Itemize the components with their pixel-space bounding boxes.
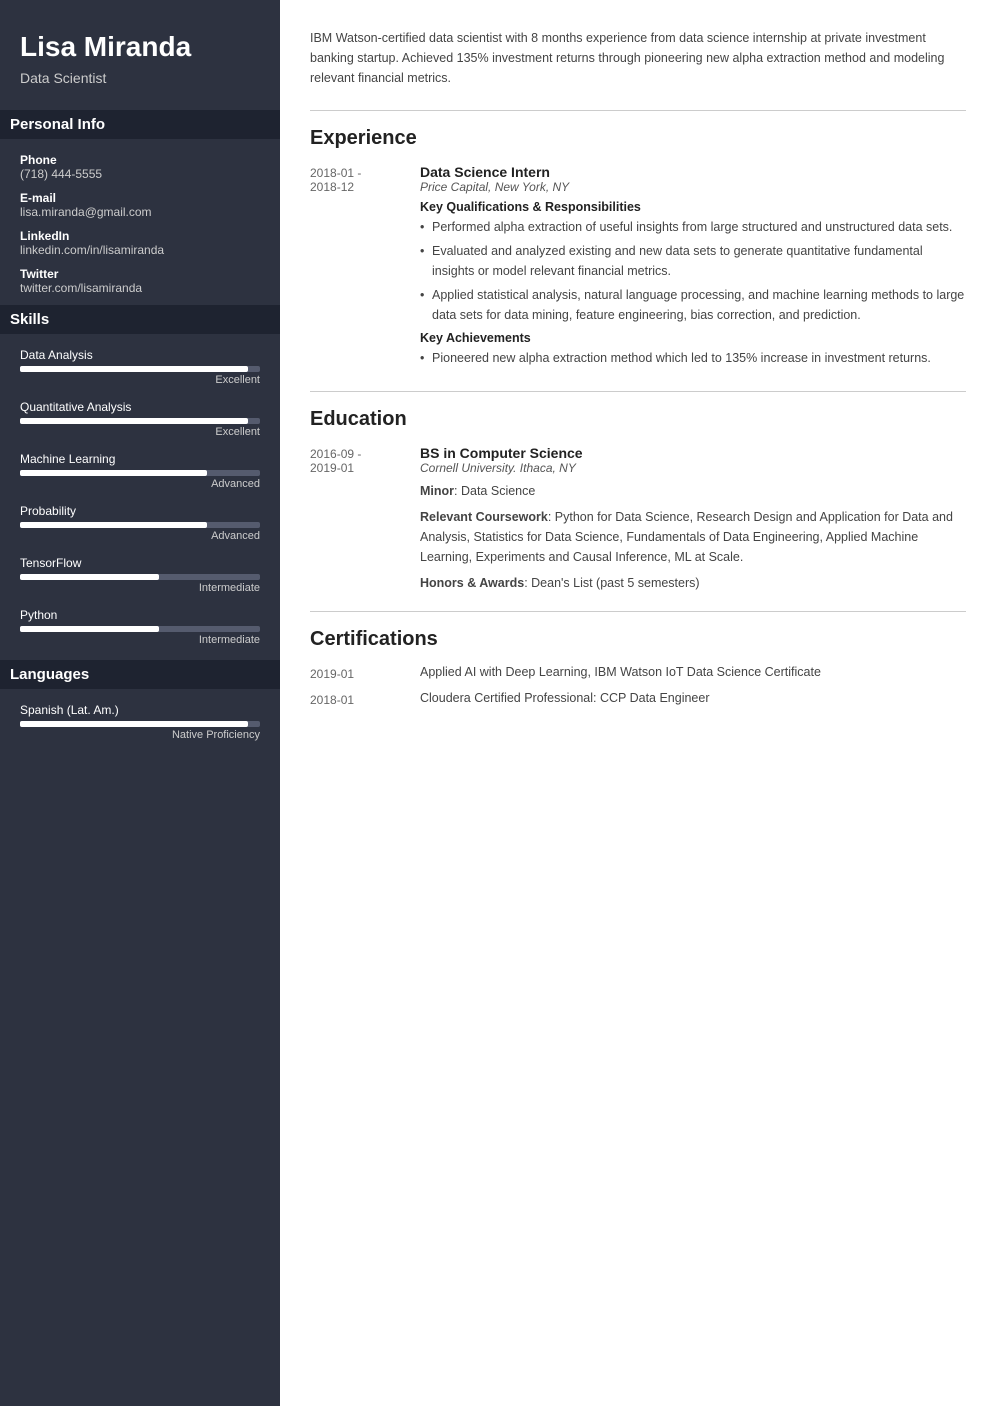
- personal-info-list: Phone (718) 444-5555 E-mail lisa.miranda…: [20, 153, 260, 295]
- education-title: BS in Computer Science: [420, 445, 966, 461]
- qualification-item: Performed alpha extraction of useful ins…: [420, 218, 966, 237]
- qualifications-label: Key Qualifications & Responsibilities: [420, 200, 966, 214]
- coursework-colon: :: [548, 510, 555, 524]
- personal-info-item: LinkedIn linkedin.com/in/lisamiranda: [20, 229, 260, 257]
- experience-title: Data Science Intern: [420, 164, 966, 180]
- achievements-list: Pioneered new alpha extraction method wh…: [420, 349, 966, 368]
- phone-value: (718) 444-5555: [20, 167, 260, 181]
- skill-item: Data Analysis Excellent: [20, 348, 260, 386]
- skill-bar-bg: [20, 470, 260, 476]
- skill-bar-fill: [20, 626, 159, 632]
- achievement-item: Pioneered new alpha extraction method wh…: [420, 349, 966, 368]
- personal-info-item: Twitter twitter.com/lisamiranda: [20, 267, 260, 295]
- skill-bar-fill: [20, 418, 248, 424]
- cert-date: 2019-01: [310, 665, 420, 681]
- languages-list: Spanish (Lat. Am.) Native Proficiency: [20, 703, 260, 741]
- skill-item: Probability Advanced: [20, 504, 260, 542]
- minor-colon: :: [454, 484, 461, 498]
- experience-section-title: Experience: [310, 127, 966, 150]
- skill-item: Python Intermediate: [20, 608, 260, 646]
- skills-list: Data Analysis Excellent Quantitative Ana…: [20, 348, 260, 646]
- education-content: BS in Computer Science Cornell Universit…: [420, 445, 966, 593]
- twitter-label: Twitter: [20, 267, 260, 281]
- languages-section-title: Languages: [0, 660, 280, 689]
- education-section-title: Education: [310, 408, 966, 431]
- skill-item: Machine Learning Advanced: [20, 452, 260, 490]
- experience-content: Data Science Intern Price Capital, New Y…: [420, 164, 966, 373]
- sidebar: Lisa Miranda Data Scientist Personal Inf…: [0, 0, 280, 1406]
- skill-name: Machine Learning: [20, 452, 260, 466]
- lang-level: Native Proficiency: [20, 729, 260, 741]
- lang-bar-bg: [20, 721, 260, 727]
- skill-bar-fill: [20, 470, 207, 476]
- skill-name: Probability: [20, 504, 260, 518]
- certifications-section-title: Certifications: [310, 628, 966, 651]
- lang-name: Spanish (Lat. Am.): [20, 703, 260, 717]
- qualification-item: Evaluated and analyzed existing and new …: [420, 242, 966, 281]
- cert-date: 2018-01: [310, 691, 420, 707]
- cert-entry: 2018-01 Cloudera Certified Professional:…: [310, 691, 966, 707]
- resume-container: Lisa Miranda Data Scientist Personal Inf…: [0, 0, 996, 1406]
- linkedin-label: LinkedIn: [20, 229, 260, 243]
- experience-entry: 2018-01 - 2018-12 Data Science Intern Pr…: [310, 164, 966, 373]
- skill-item: Quantitative Analysis Excellent: [20, 400, 260, 438]
- education-honors: Honors & Awards: Dean's List (past 5 sem…: [420, 573, 966, 593]
- qualification-item: Applied statistical analysis, natural la…: [420, 286, 966, 325]
- skill-level: Advanced: [20, 478, 260, 490]
- divider: [310, 391, 966, 392]
- skill-level: Excellent: [20, 426, 260, 438]
- cert-text: Cloudera Certified Professional: CCP Dat…: [420, 691, 966, 707]
- lang-bar-fill: [20, 721, 248, 727]
- linkedin-value: linkedin.com/in/lisamiranda: [20, 243, 260, 257]
- education-entry: 2016-09 - 2019-01 BS in Computer Science…: [310, 445, 966, 593]
- education-subtitle: Cornell University. Ithaca, NY: [420, 461, 966, 475]
- skill-level: Intermediate: [20, 634, 260, 646]
- education-coursework: Relevant Coursework: Python for Data Sci…: [420, 507, 966, 567]
- email-value: lisa.miranda@gmail.com: [20, 205, 260, 219]
- skill-bar-bg: [20, 522, 260, 528]
- skill-name: TensorFlow: [20, 556, 260, 570]
- skill-name: Quantitative Analysis: [20, 400, 260, 414]
- skill-name: Data Analysis: [20, 348, 260, 362]
- experience-date: 2018-01 - 2018-12: [310, 164, 420, 373]
- skills-section-title: Skills: [0, 305, 280, 334]
- skill-name: Python: [20, 608, 260, 622]
- phone-label: Phone: [20, 153, 260, 167]
- candidate-name: Lisa Miranda: [20, 30, 260, 64]
- honors-value: Dean's List (past 5 semesters): [531, 576, 699, 590]
- skill-bar-bg: [20, 366, 260, 372]
- skill-level: Excellent: [20, 374, 260, 386]
- personal-info-item: Phone (718) 444-5555: [20, 153, 260, 181]
- coursework-label: Relevant Coursework: [420, 510, 548, 524]
- minor-label: Minor: [420, 484, 454, 498]
- skill-bar-fill: [20, 366, 248, 372]
- experience-subtitle: Price Capital, New York, NY: [420, 180, 966, 194]
- personal-info-section-title: Personal Info: [0, 110, 280, 139]
- education-minor: Minor: Data Science: [420, 481, 966, 501]
- skill-level: Advanced: [20, 530, 260, 542]
- achievements-label: Key Achievements: [420, 331, 966, 345]
- divider: [310, 611, 966, 612]
- cert-entry: 2019-01 Applied AI with Deep Learning, I…: [310, 665, 966, 681]
- skill-bar-bg: [20, 626, 260, 632]
- candidate-title: Data Scientist: [20, 70, 260, 86]
- skill-bar-fill: [20, 574, 159, 580]
- skill-bar-bg: [20, 418, 260, 424]
- honors-label: Honors & Awards: [420, 576, 524, 590]
- skill-level: Intermediate: [20, 582, 260, 594]
- email-label: E-mail: [20, 191, 260, 205]
- skill-item: TensorFlow Intermediate: [20, 556, 260, 594]
- cert-text: Applied AI with Deep Learning, IBM Watso…: [420, 665, 966, 681]
- lang-item: Spanish (Lat. Am.) Native Proficiency: [20, 703, 260, 741]
- skill-bar-fill: [20, 522, 207, 528]
- divider: [310, 110, 966, 111]
- personal-info-item: E-mail lisa.miranda@gmail.com: [20, 191, 260, 219]
- qualifications-list: Performed alpha extraction of useful ins…: [420, 218, 966, 325]
- main-content: IBM Watson-certified data scientist with…: [280, 0, 996, 1406]
- minor-value: Data Science: [461, 484, 535, 498]
- twitter-value: twitter.com/lisamiranda: [20, 281, 260, 295]
- skill-bar-bg: [20, 574, 260, 580]
- education-date: 2016-09 - 2019-01: [310, 445, 420, 593]
- summary-text: IBM Watson-certified data scientist with…: [310, 28, 966, 88]
